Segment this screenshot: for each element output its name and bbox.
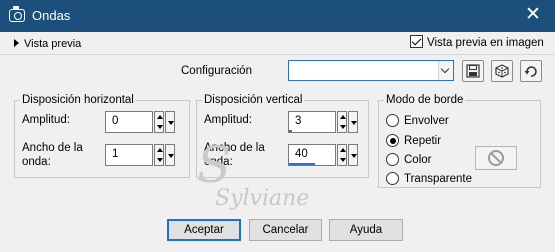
horizontal-amplitude-stepper[interactable]: 0 [105, 111, 175, 133]
radio-selected-icon [386, 134, 399, 147]
slider-fill [289, 163, 315, 165]
watermark-text: Sylviane [215, 186, 310, 211]
radio-repetir[interactable]: Repetir [386, 134, 441, 148]
slider-dropdown-icon[interactable] [165, 111, 175, 133]
color-swatch-button[interactable] [475, 146, 517, 170]
edge-mode-title: Modo de borde [384, 94, 466, 106]
spin-arrows-icon[interactable] [154, 111, 164, 133]
config-dropdown[interactable] [288, 60, 454, 81]
horizontal-wavelength-stepper[interactable]: 1 [105, 144, 175, 166]
title-bar: Ondas ✕ [0, 0, 555, 32]
save-preset-icon [466, 64, 480, 78]
horizontal-amplitude-input[interactable]: 0 [105, 111, 153, 133]
slider-dropdown-icon[interactable] [348, 144, 358, 166]
watermark-logo: S [197, 136, 232, 194]
slider-fill [289, 130, 292, 132]
vertical-amplitude-label: Amplitud: [204, 114, 252, 126]
no-color-icon [488, 150, 504, 166]
vertical-amplitude-stepper[interactable]: 3 [288, 111, 358, 133]
reset-button[interactable] [520, 60, 542, 82]
checkbox-check-icon [410, 35, 423, 48]
camera-icon [9, 6, 25, 22]
spin-arrows-icon[interactable] [154, 144, 164, 166]
horizontal-group-title: Disposición horizontal [20, 94, 136, 106]
radio-color[interactable]: Color [386, 153, 431, 167]
spin-arrows-icon[interactable] [337, 144, 347, 166]
randomize-button[interactable] [491, 60, 513, 82]
chevron-down-icon[interactable] [438, 61, 453, 80]
radio-envolver[interactable]: Envolver [386, 114, 449, 128]
window-title: Ondas [32, 8, 71, 23]
vertical-group-title: Disposición vertical [202, 94, 305, 106]
horizontal-wavelength-input[interactable]: 1 [105, 144, 153, 166]
vertical-wavelength-stepper[interactable]: 40 [288, 144, 358, 166]
preview-toggle[interactable]: Vista previa [14, 37, 81, 51]
randomize-icon [495, 64, 509, 78]
help-button[interactable]: Ayuda [329, 219, 403, 241]
radio-icon [386, 114, 399, 127]
save-preset-button[interactable] [462, 60, 484, 82]
slider-dropdown-icon[interactable] [165, 144, 175, 166]
spin-arrows-icon[interactable] [337, 111, 347, 133]
slider-dropdown-icon[interactable] [348, 111, 358, 133]
separator [0, 54, 555, 55]
preview-toggle-label: Vista previa [24, 38, 82, 50]
ok-button[interactable]: Aceptar [167, 219, 241, 241]
radio-icon [386, 153, 399, 166]
close-button[interactable]: ✕ [511, 0, 555, 32]
horizontal-wavelength-label: Ancho de la onda: [22, 142, 83, 168]
image-preview-checkbox[interactable]: Vista previa en imagen [410, 35, 544, 49]
horizontal-amplitude-label: Amplitud: [22, 114, 70, 126]
config-label: Configuración [181, 65, 252, 77]
vertical-amplitude-input[interactable]: 3 [288, 111, 336, 133]
reset-icon [524, 66, 537, 77]
radio-icon [386, 172, 399, 185]
radio-transparente[interactable]: Transparente [386, 172, 472, 186]
cancel-button[interactable]: Cancelar [249, 219, 322, 241]
expand-triangle-icon [14, 39, 19, 47]
image-preview-label: Vista previa en imagen [427, 37, 544, 49]
